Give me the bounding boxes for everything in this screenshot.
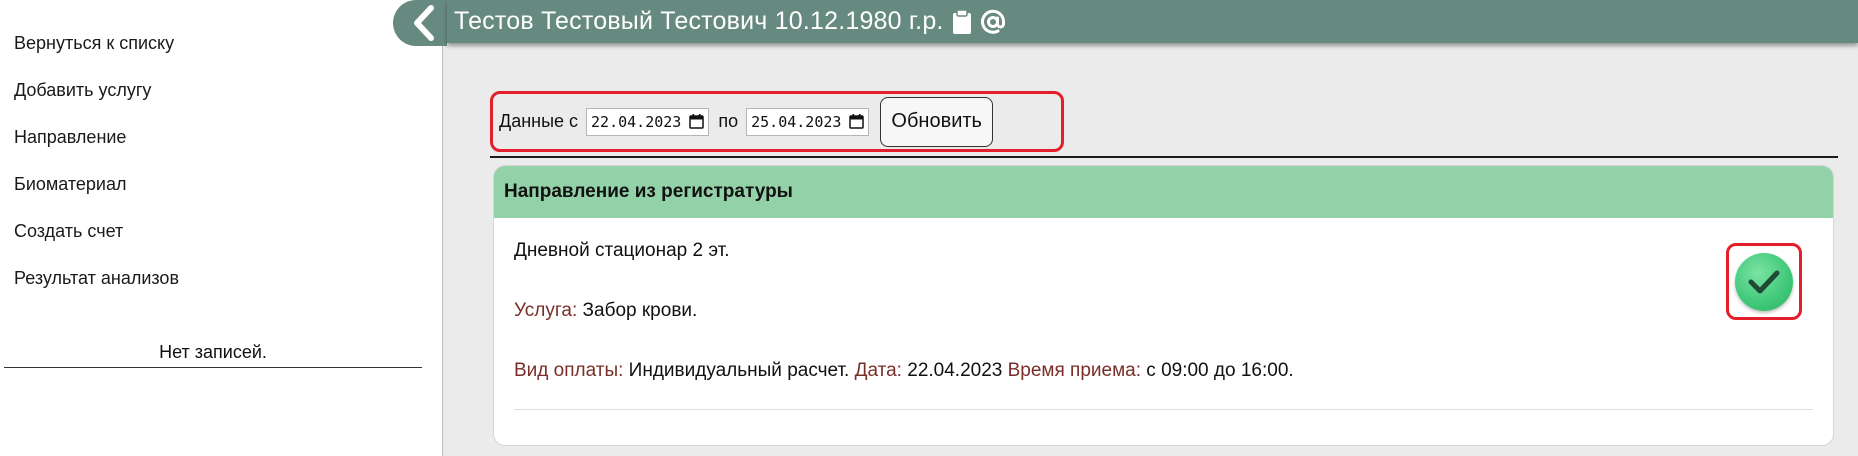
sidebar-menu: Вернуться к списку Добавить услугу Напра… bbox=[0, 0, 442, 313]
app-root: Вернуться к списку Добавить услугу Напра… bbox=[0, 0, 1858, 456]
divider bbox=[490, 156, 1838, 158]
empty-records-text: Нет записей. bbox=[4, 342, 422, 368]
sidebar: Вернуться к списку Добавить услугу Напра… bbox=[0, 0, 443, 456]
payment-value: Индивидуальный расчет. bbox=[628, 360, 850, 381]
date-from-input[interactable]: 22.04.2023 bbox=[586, 107, 710, 136]
time-value: с 09:00 до 16:00. bbox=[1146, 360, 1294, 381]
service-row: Услуга: Забор крови. bbox=[514, 300, 1813, 322]
sidebar-item-lab-results[interactable]: Результат анализов bbox=[0, 266, 442, 313]
confirm-highlight bbox=[1726, 243, 1802, 320]
chevron-left-icon bbox=[414, 5, 434, 41]
date-value: 22.04.2023 bbox=[907, 360, 1003, 381]
calendar-icon[interactable] bbox=[849, 114, 865, 129]
date-to-value: 25.04.2023 bbox=[751, 112, 842, 131]
referral-card: Направление из регистратуры Дневной стац… bbox=[493, 165, 1834, 446]
calendar-icon[interactable] bbox=[689, 114, 705, 129]
sidebar-item-referral[interactable]: Направление bbox=[0, 125, 442, 172]
card-title: Направление из регистратуры bbox=[494, 166, 1833, 218]
refresh-button[interactable]: Обновить bbox=[880, 96, 993, 147]
date-from-label: Данные с bbox=[499, 111, 579, 131]
date-to-input[interactable]: 25.04.2023 bbox=[746, 107, 870, 136]
email-button[interactable] bbox=[980, 9, 1006, 35]
at-sign-icon bbox=[980, 9, 1005, 34]
payment-row: Вид оплаты: Индивидуальный расчет. Дата:… bbox=[514, 360, 1813, 382]
payment-label: Вид оплаты: bbox=[514, 360, 624, 381]
date-from-value: 22.04.2023 bbox=[591, 112, 682, 131]
patient-name: Тестов Тестовый Тестович 10.12.1980 г.р. bbox=[454, 7, 944, 35]
sidebar-item-biomaterial[interactable]: Биоматериал bbox=[0, 172, 442, 219]
sidebar-item-create-invoice[interactable]: Создать счет bbox=[0, 219, 442, 266]
service-value: Забор крови. bbox=[582, 300, 698, 321]
time-label: Время приема: bbox=[1007, 360, 1142, 381]
checkmark-icon bbox=[1748, 270, 1780, 293]
clipboard-icon bbox=[952, 8, 971, 34]
copy-clipboard-button[interactable] bbox=[952, 8, 972, 35]
card-body: Дневной стационар 2 эт. Услуга: Забор кр… bbox=[494, 218, 1833, 382]
service-label: Услуга: bbox=[514, 300, 578, 321]
sidebar-item-back-to-list[interactable]: Вернуться к списку bbox=[0, 31, 442, 78]
patient-header: Тестов Тестовый Тестович 10.12.1980 г.р. bbox=[447, 0, 1858, 43]
collapse-sidebar-button[interactable] bbox=[393, 0, 447, 46]
card-separator bbox=[514, 409, 1813, 410]
date-to-label: по bbox=[718, 111, 739, 131]
department-text: Дневной стационар 2 эт. bbox=[514, 240, 730, 261]
confirm-button[interactable] bbox=[1735, 252, 1793, 311]
date-filter: Данные с 22.04.2023 по 25.04.2023 Обнови… bbox=[490, 91, 1064, 152]
sidebar-item-add-service[interactable]: Добавить услугу bbox=[0, 78, 442, 125]
date-label: Дата: bbox=[854, 360, 902, 381]
